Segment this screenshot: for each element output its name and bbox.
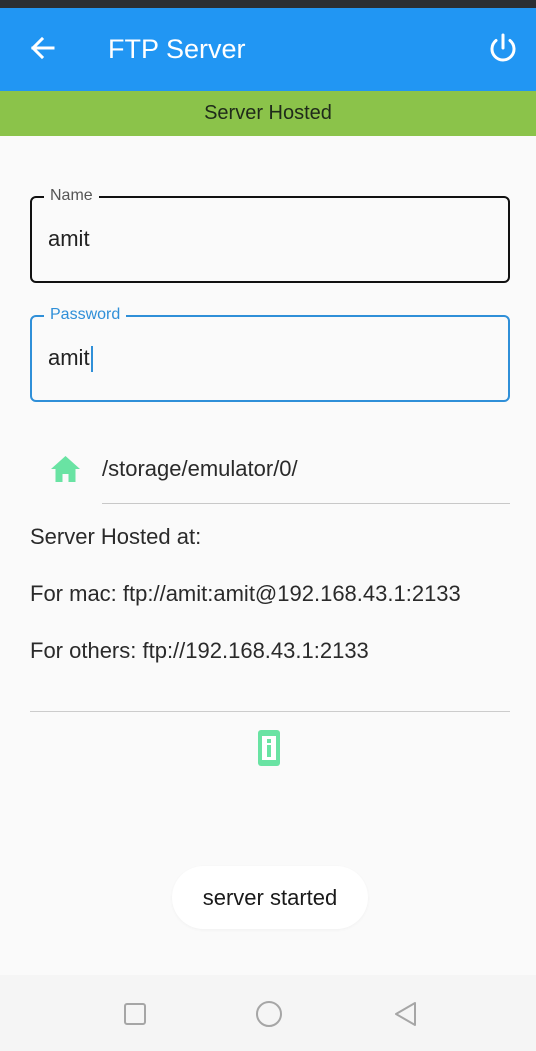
home-icon[interactable]	[50, 454, 81, 484]
text-caret	[90, 346, 93, 373]
toast-message: server started	[172, 866, 368, 929]
page-title: FTP Server	[108, 34, 246, 64]
banner-text: Server Hosted	[204, 102, 332, 124]
others-address-text: For others: ftp://192.168.43.1:2133	[30, 638, 369, 663]
back-triangle-icon[interactable]	[390, 999, 420, 1029]
info-icon[interactable]	[258, 730, 280, 766]
mac-address-text: For mac: ftp://amit:amit@192.168.43.1:21…	[30, 581, 461, 606]
power-icon[interactable]	[484, 30, 522, 68]
name-input[interactable]: amit	[48, 224, 90, 254]
arrow-back-icon[interactable]	[24, 30, 60, 66]
navigation-bar	[0, 975, 536, 1051]
directory-path[interactable]: /storage/emulator/0/	[102, 454, 298, 484]
recents-square-icon[interactable]	[120, 999, 150, 1029]
home-circle-icon[interactable]	[254, 999, 284, 1029]
status-banner: Server Hosted	[0, 91, 536, 136]
password-field[interactable]: Password amit	[30, 305, 510, 402]
divider	[30, 711, 510, 712]
toast-text: server started	[202, 884, 338, 910]
password-input-wrap[interactable]: amit	[48, 343, 93, 373]
status-bar	[0, 0, 536, 8]
password-field-label: Password	[44, 305, 127, 325]
password-input[interactable]: amit	[48, 345, 90, 370]
name-field-label: Name	[44, 186, 99, 206]
path-underline	[102, 503, 510, 504]
name-field[interactable]: Name amit	[30, 186, 510, 283]
app-bar: FTP Server	[0, 8, 536, 91]
server-hosted-heading: Server Hosted at:	[30, 524, 202, 549]
